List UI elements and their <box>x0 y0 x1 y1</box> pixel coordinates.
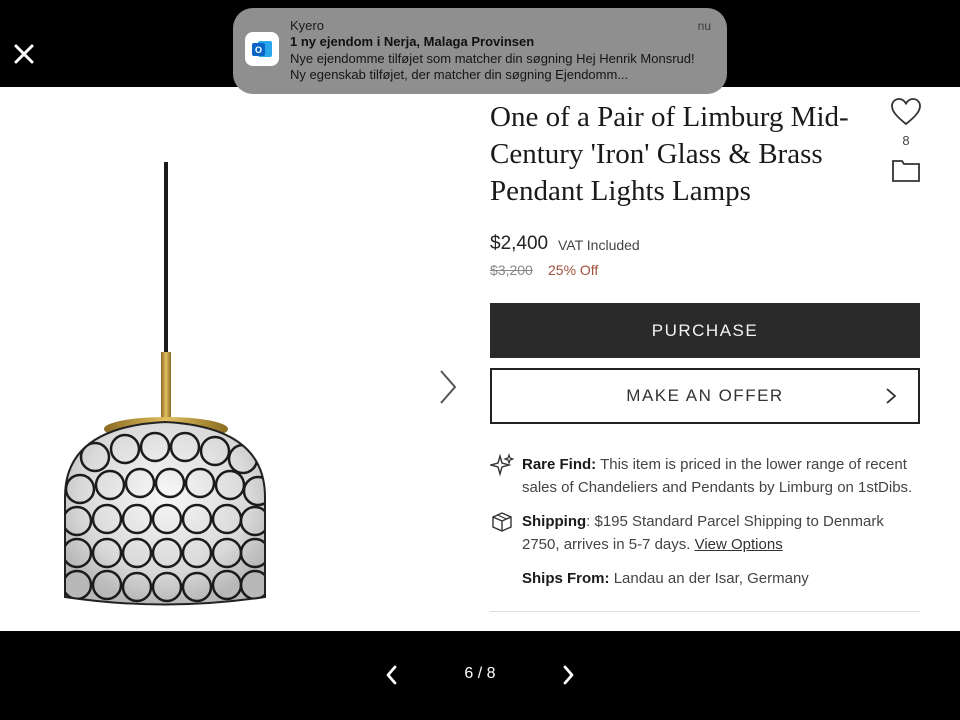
favorites-count: 8 <box>902 133 910 148</box>
chevron-left-icon[interactable] <box>380 663 404 687</box>
purchase-button[interactable]: PURCHASE <box>490 303 920 358</box>
notification-title: 1 ny ejendom i Nerja, Malaga Provinsen <box>290 34 535 49</box>
notification-app-name: Kyero <box>290 18 324 33</box>
folder-icon[interactable] <box>891 157 921 183</box>
sparkle-icon <box>490 453 514 477</box>
image-counter: 6 / 8 <box>464 665 496 682</box>
chevron-right-icon <box>886 388 897 404</box>
close-icon[interactable] <box>10 40 38 68</box>
product-page: One of a Pair of Limburg Mid-Century 'Ir… <box>0 87 960 631</box>
original-price: $3,200 <box>490 262 533 278</box>
box-icon <box>492 512 512 532</box>
rare-find-label: Rare Find: <box>522 456 597 473</box>
notification-banner[interactable]: O Kyero nu 1 ny ejendom i Nerja, Malaga … <box>233 8 727 94</box>
notification-body: Nye ejendomme tilføjet som matcher din s… <box>290 51 695 82</box>
divider <box>490 611 920 612</box>
shipping-label: Shipping <box>522 513 587 530</box>
outlook-icon: O <box>245 32 279 66</box>
price: $2,400 <box>490 233 549 254</box>
product-title: One of a Pair of Limburg Mid-Century 'Ir… <box>490 101 849 207</box>
ships-from-label: Ships From: <box>522 570 610 587</box>
product-image[interactable] <box>55 157 275 617</box>
heart-icon[interactable] <box>890 97 922 127</box>
vat-note: VAT Included <box>558 237 640 253</box>
chevron-right-icon[interactable] <box>556 663 580 687</box>
make-offer-label: MAKE AN OFFER <box>626 386 784 405</box>
rare-find-text: Rare Find: This item is priced in the lo… <box>522 453 922 499</box>
image-next-chevron-icon[interactable] <box>436 367 460 407</box>
make-offer-button[interactable]: MAKE AN OFFER <box>490 368 920 424</box>
view-options-link[interactable]: View Options <box>695 536 783 553</box>
ships-from-location: Landau an der Isar, Germany <box>613 570 809 587</box>
shipping-text: Shipping: $195 Standard Parcel Shipping … <box>522 510 922 556</box>
notification-time: nu <box>697 19 711 33</box>
discount-badge: 25% Off <box>548 262 599 278</box>
svg-text:O: O <box>255 45 262 55</box>
ships-from-text: Ships From: Landau an der Isar, Germany <box>522 567 922 590</box>
